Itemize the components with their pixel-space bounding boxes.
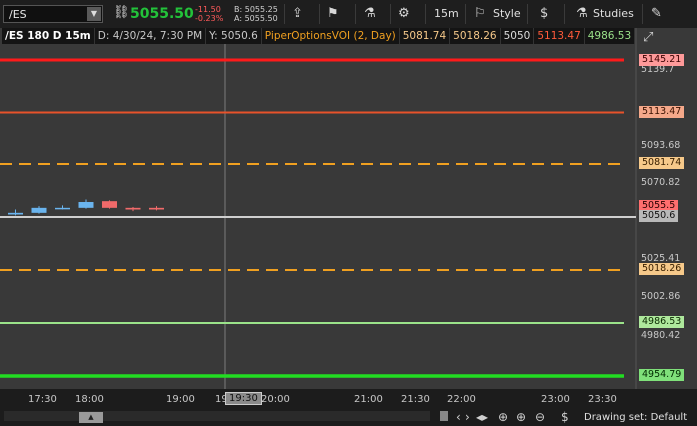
chart-panel[interactable]: 5139.7 5093.68 5070.82 5025.41 5002.86 4… (0, 28, 697, 408)
candle (78, 202, 94, 208)
time-axis: 17:30 18:00 19:00 19 19:30 20:00 21:00 2… (0, 389, 697, 409)
style-icon[interactable]: ⚐ (474, 6, 486, 21)
crosshair-price-label: 5050.6 (639, 210, 679, 222)
chevron-left-icon[interactable]: ‹ (456, 410, 461, 424)
zoom-in-icon[interactable]: ⊕ (516, 410, 526, 424)
pct-change: -0.23% (195, 14, 224, 23)
chevron-right-icon[interactable]: › (465, 410, 470, 424)
price-label-5081: 5081.74 (639, 157, 685, 169)
study-value-4: 5113.47 (534, 28, 585, 44)
flask-icon[interactable]: ⚗ (576, 6, 588, 21)
time-tick: 19:00 (166, 394, 195, 405)
crosshair-date: D: 4/30/24, 7:30 PM (94, 28, 207, 44)
candle (31, 207, 47, 213)
price-label-5018: 5018.26 (639, 263, 685, 275)
dollar-icon[interactable]: $ (561, 410, 569, 424)
divider (390, 4, 391, 24)
divider (319, 4, 320, 24)
net-change: -11.50 (195, 5, 221, 14)
symbol-selector[interactable]: /ES ▼ (3, 5, 103, 23)
expand-horizontal-icon[interactable]: ◂▸ (476, 410, 488, 424)
crosshair-time-label: 19:30 (225, 392, 262, 405)
scroll-end-handle[interactable] (440, 411, 448, 421)
study-value-5: 4986.53 (584, 28, 636, 44)
divider (425, 4, 426, 24)
time-tick: 17:30 (28, 394, 57, 405)
symbol-period: /ES 180 D 15m (2, 28, 95, 44)
study-name[interactable]: PiperOptionsVOI (2, Day) (261, 28, 400, 44)
price-label-5113: 5113.47 (639, 106, 685, 118)
price-label-5145: 5145.21 (639, 54, 685, 66)
price-tick: 5002.86 (641, 291, 681, 302)
crosshair-icon[interactable]: ⊕ (498, 410, 508, 424)
drawing-set-label[interactable]: Drawing set: Default (584, 412, 687, 423)
symbol-text[interactable]: /ES (9, 8, 27, 21)
toolbar: /ES ▼ ⛓ 5055.50 -11.50 -0.23% B: 5055.25… (0, 0, 697, 29)
studies-button[interactable]: Studies (593, 7, 634, 20)
price-label-4954: 4954.79 (639, 369, 685, 381)
style-button[interactable]: Style (493, 7, 521, 20)
divider (642, 4, 643, 24)
horizontal-scrollbar[interactable] (4, 411, 430, 421)
dollar-icon[interactable]: $ (540, 6, 548, 21)
divider (527, 4, 528, 24)
study-value-1: 5081.74 (399, 28, 451, 44)
last-price: 5055.50 (130, 6, 194, 22)
divider (465, 4, 466, 24)
candle (102, 201, 117, 208)
timeframe-button[interactable]: 15m (434, 7, 459, 20)
candle (55, 207, 70, 210)
study-value-2: 5018.26 (450, 28, 501, 44)
chevron-down-icon[interactable]: ▼ (87, 7, 101, 21)
price-tick: 5093.68 (641, 140, 681, 151)
study-info-bar: /ES 180 D 15m D: 4/30/24, 7:30 PM Y: 505… (2, 28, 636, 44)
candle (8, 212, 23, 215)
divider (355, 4, 356, 24)
study-value-3: 5050 (500, 28, 535, 44)
time-tick: 23:30 (588, 394, 617, 405)
time-tick: 23:00 (541, 394, 570, 405)
time-tick: 21:00 (354, 394, 383, 405)
scrollbar-thumb[interactable]: ▲ (79, 412, 103, 423)
ask-price: A: 5055.50 (234, 14, 278, 23)
zoom-out-icon[interactable]: ⊖ (535, 410, 545, 424)
time-tick: 18:00 (75, 394, 104, 405)
share-icon[interactable]: ⇪ (292, 6, 303, 21)
link-icon[interactable]: ⛓ (113, 5, 130, 20)
flask-icon[interactable]: ⚗ (364, 6, 376, 21)
time-tick: 21:30 (401, 394, 430, 405)
price-tick: 4980.42 (641, 330, 681, 341)
price-label-4986: 4986.53 (639, 316, 685, 328)
divider (564, 4, 565, 24)
gear-icon[interactable]: ⚙ (398, 6, 410, 21)
candle (125, 207, 141, 210)
time-tick: 20:00 (261, 394, 290, 405)
bid-price: B: 5055.25 (234, 5, 278, 14)
chart-expand-icon[interactable]: ⤢ (643, 30, 653, 45)
bottom-bar: ▲ ‹ › ◂▸ ⊕ ⊕ ⊖ $ Drawing set: Default (0, 408, 697, 426)
flag-icon[interactable]: ⚑ (327, 6, 339, 21)
crosshair-y: Y: 5050.6 (206, 28, 262, 44)
price-chart[interactable] (0, 28, 697, 389)
candle (149, 207, 164, 210)
time-tick: 22:00 (447, 394, 476, 405)
drawing-tools-icon[interactable]: ✎ (651, 6, 662, 21)
price-tick: 5070.82 (641, 177, 681, 188)
divider (284, 4, 285, 24)
